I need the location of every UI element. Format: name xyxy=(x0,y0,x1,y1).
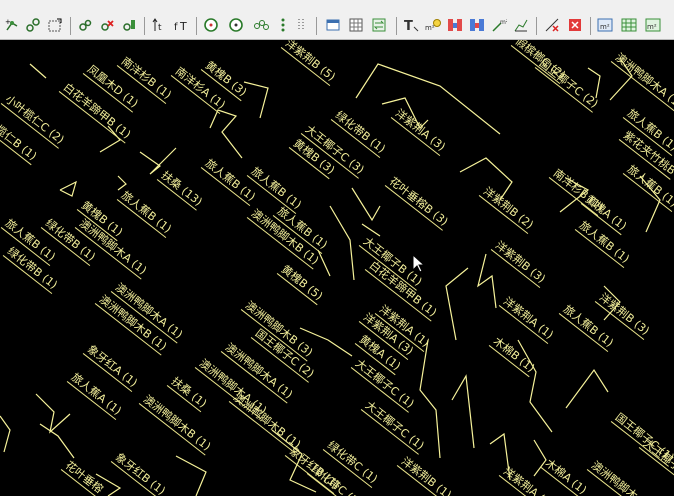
stop-red-icon[interactable] xyxy=(566,16,584,34)
drawing-canvas[interactable]: 南洋杉B (1) 南洋杉A (1) 黄槐B (3) 洋紫荆B (5) 假槟榔C … xyxy=(0,40,674,496)
target-icon[interactable] xyxy=(227,16,245,34)
svg-text:T: T xyxy=(179,20,187,33)
green-grid-icon[interactable] xyxy=(620,16,638,34)
swap-icon[interactable] xyxy=(370,16,388,34)
area-chart-icon[interactable] xyxy=(512,16,530,34)
toolbar-separator xyxy=(590,17,591,35)
svg-text:m²: m² xyxy=(647,23,657,31)
text-height-icon[interactable]: fT xyxy=(172,16,190,34)
m2-slope-icon[interactable]: m² xyxy=(490,16,508,34)
mouse-cursor xyxy=(412,254,426,273)
svg-text:t: t xyxy=(158,23,162,33)
m2-box-icon[interactable]: m² xyxy=(596,16,614,34)
grid-icon[interactable] xyxy=(347,16,365,34)
column-dots-icon[interactable] xyxy=(274,16,292,34)
toolbar: + t fT T m² m² m² m² xyxy=(0,0,674,40)
tree-delete-icon[interactable] xyxy=(98,16,116,34)
toolbar-separator xyxy=(316,17,317,35)
toolbar-separator xyxy=(144,17,145,35)
svg-text:m²: m² xyxy=(600,23,610,31)
window-icon[interactable] xyxy=(324,16,342,34)
tree-move-icon[interactable] xyxy=(76,16,94,34)
height-up-icon[interactable]: t xyxy=(150,16,168,34)
toolbar-separator xyxy=(536,17,537,35)
svg-text:m²: m² xyxy=(500,19,507,26)
tree-link-icon[interactable] xyxy=(24,16,42,34)
node-chain-icon[interactable] xyxy=(252,16,270,34)
select-area-icon[interactable] xyxy=(46,16,64,34)
toolbar-separator xyxy=(70,17,71,35)
bars-blue-icon[interactable] xyxy=(468,16,486,34)
text-t-icon[interactable]: T xyxy=(402,16,420,34)
bars-red-icon[interactable] xyxy=(446,16,464,34)
toolbar-separator xyxy=(196,17,197,35)
svg-text:+: + xyxy=(5,18,11,26)
m2-bulb-icon[interactable]: m² xyxy=(424,16,442,34)
m2-green-icon[interactable]: m² xyxy=(644,16,662,34)
tree-add-icon[interactable]: + xyxy=(3,16,21,34)
circle-icon[interactable] xyxy=(202,16,220,34)
column-dots-icon[interactable] xyxy=(292,16,310,34)
svg-text:f: f xyxy=(174,22,178,33)
svg-text:T: T xyxy=(404,19,413,33)
svg-text:m²: m² xyxy=(425,24,435,32)
crosshair-icon[interactable] xyxy=(543,16,561,34)
tree-edit-icon[interactable] xyxy=(120,16,138,34)
toolbar-separator xyxy=(396,17,397,35)
